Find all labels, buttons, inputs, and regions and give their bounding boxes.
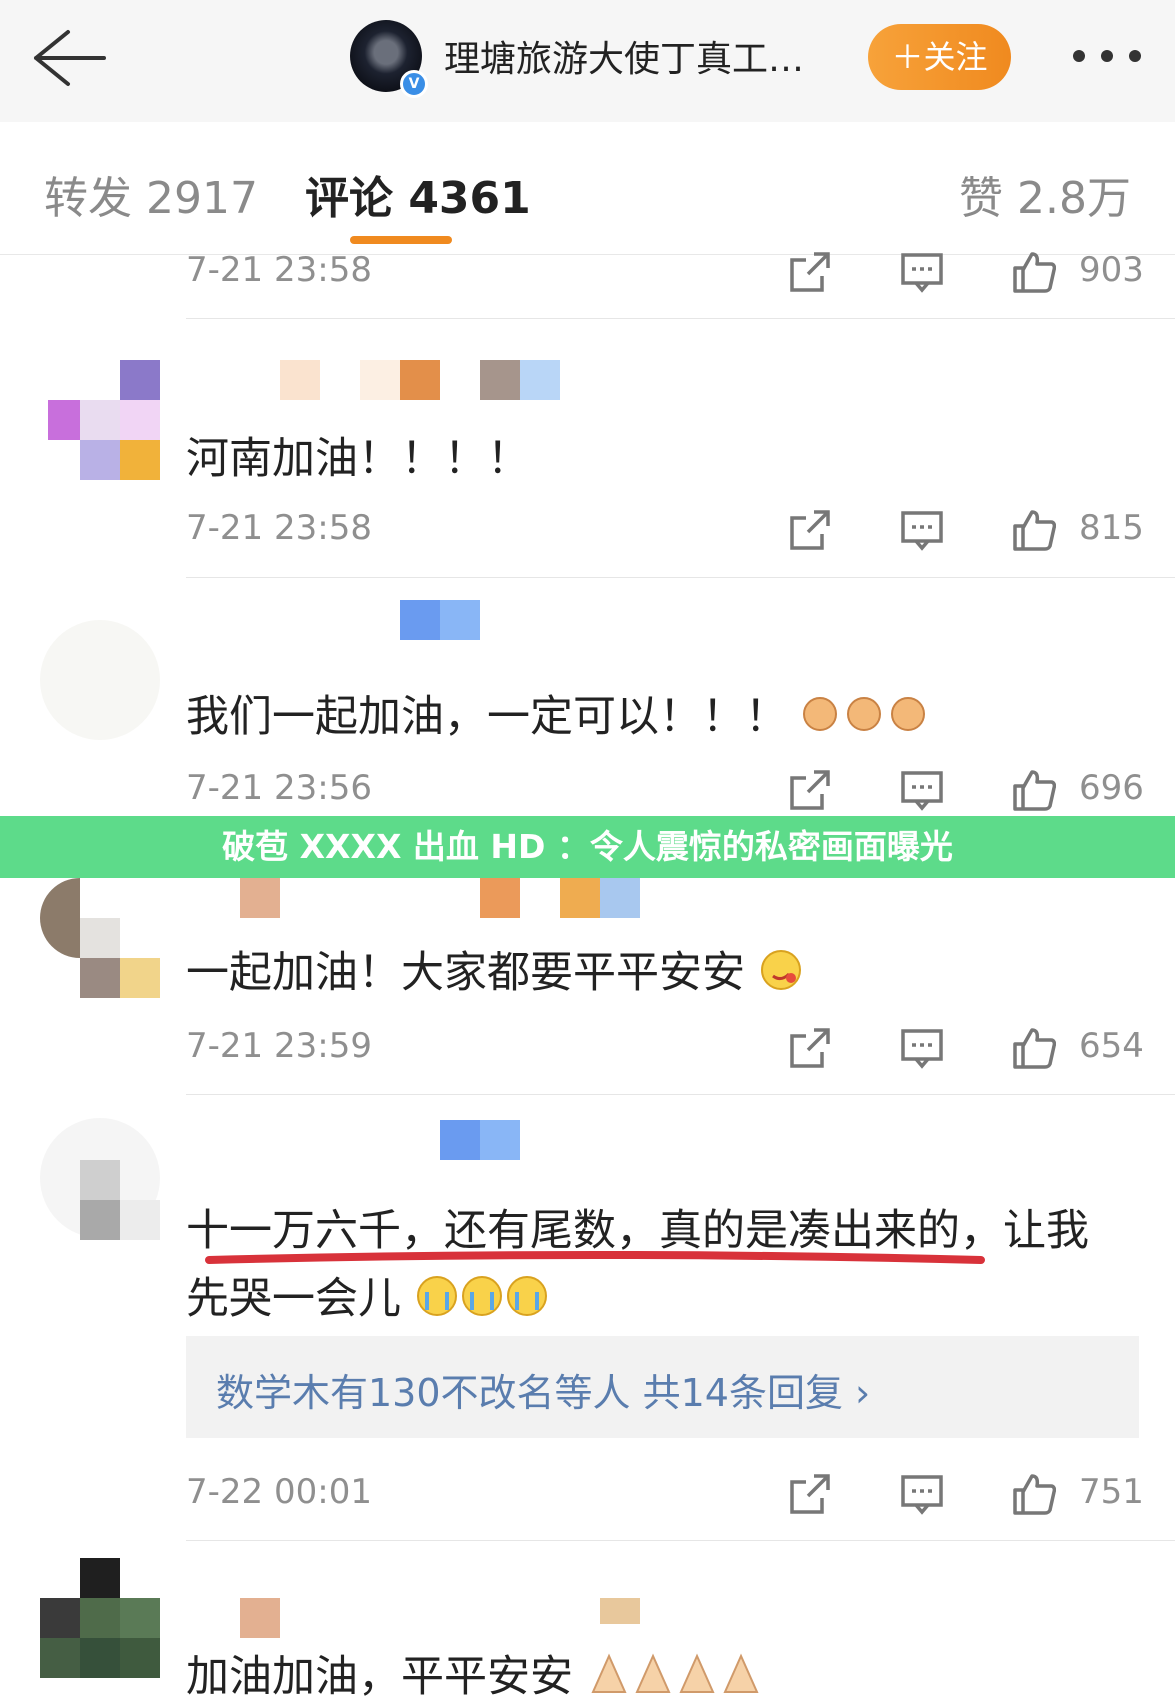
divider [186, 1540, 1175, 1541]
comment-text: 一起加油！大家都要平平安安 [186, 938, 803, 1003]
share-icon[interactable] [788, 1026, 832, 1070]
reply-summary-link[interactable]: 数学木有130不改名等人 共14条回复 › [216, 1362, 870, 1417]
username-mosaic [240, 1598, 280, 1638]
like-icon[interactable] [1012, 1026, 1056, 1070]
username-mosaic [480, 360, 520, 400]
username-mosaic [400, 600, 440, 640]
username-mosaic [480, 1120, 520, 1160]
username-mosaic [600, 878, 640, 918]
share-icon[interactable] [788, 250, 832, 294]
blowing-kiss-emoji-icon [759, 948, 803, 1003]
like-count: 696 [1079, 768, 1144, 808]
comment-time: 7-21 23:56 [186, 768, 372, 808]
share-icon[interactable] [788, 1472, 832, 1516]
username-mosaic [440, 600, 480, 640]
crying-emoji-icon [415, 1274, 551, 1329]
account-name[interactable]: 理塘旅游大使丁真工… [444, 30, 804, 82]
more-options-button[interactable] [1065, 40, 1155, 70]
commenter-avatar[interactable] [40, 620, 160, 740]
like-count: 751 [1079, 1472, 1144, 1512]
username-mosaic [560, 878, 600, 918]
tab-repost[interactable]: 转发 2917 [44, 162, 258, 226]
comment-time: 7-21 23:58 [186, 508, 372, 548]
comment-icon[interactable] [900, 1472, 944, 1516]
like-count: 903 [1079, 250, 1144, 290]
like-icon[interactable] [1012, 768, 1056, 812]
back-button[interactable] [28, 26, 108, 90]
comment-text-line: 先哭一会儿 [186, 1264, 551, 1329]
follow-button[interactable]: ＋关注 [868, 24, 1011, 90]
comment-text: 加油加油，平平安安 [186, 1642, 767, 1707]
more-dots-icon [1129, 50, 1141, 62]
username-mosaic [480, 878, 520, 918]
commenter-avatar[interactable] [40, 1118, 160, 1240]
comment-text-content: 加油加油，平平安安 [186, 1652, 573, 1702]
divider [186, 318, 1175, 319]
comment-time: 7-21 23:58 [186, 250, 372, 290]
commenter-avatar[interactable] [40, 360, 160, 480]
comment-text-content: 先哭一会儿 [186, 1274, 401, 1324]
comment-time: 7-21 23:59 [186, 1026, 372, 1066]
back-arrow-icon [34, 30, 106, 86]
more-dots-icon [1101, 50, 1113, 62]
banner-text: 破苞 XXXX 出血 HD ：令人震惊的私密画面曝光 [222, 827, 953, 866]
comment-icon[interactable] [900, 768, 944, 812]
comment-time: 7-22 00:01 [186, 1472, 372, 1512]
like-icon[interactable] [1012, 250, 1056, 294]
fist-emoji-icon [802, 694, 932, 745]
verified-badge-icon: V [400, 70, 428, 98]
username-mosaic [400, 360, 440, 400]
comment-icon[interactable] [900, 508, 944, 552]
comment-text-content: 我们一起加油，一定可以！！！ [186, 692, 788, 742]
share-icon[interactable] [788, 508, 832, 552]
divider [186, 577, 1175, 578]
like-count: 654 [1079, 1026, 1144, 1066]
username-mosaic [600, 1598, 640, 1624]
username-mosaic [240, 878, 280, 918]
comment-text-content: 一起加油！大家都要平平安安 [186, 948, 745, 998]
promo-banner[interactable]: 破苞 XXXX 出血 HD ：令人震惊的私密画面曝光 [0, 816, 1175, 878]
username-mosaic [360, 360, 400, 400]
commenter-avatar[interactable] [40, 878, 160, 998]
username-mosaic [280, 360, 320, 400]
tab-comments[interactable]: 评论 4361 [305, 162, 531, 226]
praying-hands-emoji-icon [587, 1652, 767, 1707]
like-icon[interactable] [1012, 508, 1056, 552]
more-dots-icon [1073, 50, 1085, 62]
username-mosaic [520, 360, 560, 400]
tab-bar: 转发 2917 评论 4361 赞 2.8万 [0, 122, 1175, 255]
reply-summary-box[interactable]: 数学木有130不改名等人 共14条回复 › [186, 1336, 1139, 1438]
like-icon[interactable] [1012, 1472, 1056, 1516]
active-tab-indicator [350, 236, 452, 244]
tab-likes[interactable]: 赞 2.8万 [959, 162, 1131, 226]
comment-icon[interactable] [900, 250, 944, 294]
comment-icon[interactable] [900, 1026, 944, 1070]
like-count: 815 [1079, 508, 1144, 548]
comment-text: 河南加油！！！！ [186, 434, 530, 484]
commenter-avatar[interactable] [40, 1558, 160, 1696]
username-mosaic [440, 1120, 480, 1160]
share-icon[interactable] [788, 768, 832, 812]
comment-text: 我们一起加油，一定可以！！！ [186, 682, 932, 745]
divider [186, 1094, 1175, 1095]
